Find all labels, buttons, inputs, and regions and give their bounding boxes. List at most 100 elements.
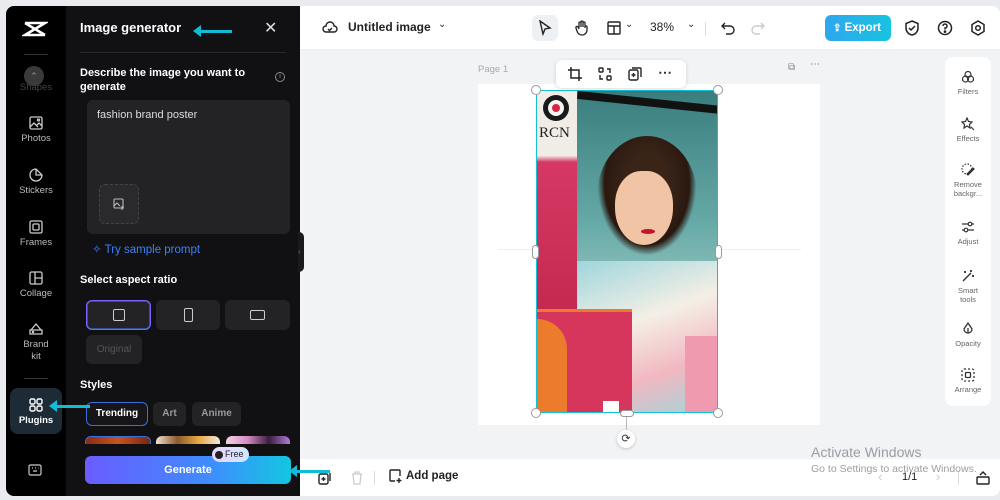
arrange-icon [961,368,975,382]
portrait-icon [183,308,193,322]
aspect-portrait-option[interactable] [156,300,220,330]
rail-item-label: Photos [21,133,51,144]
sample-prompt-label: Try sample prompt [104,244,201,256]
rail-item-brand-kit[interactable]: Brand kit [10,322,62,363]
tool-label: Remove backgr... [953,180,983,198]
sliders-icon [962,221,974,233]
watermark-subtitle: Go to Settings to activate Windows. [811,463,977,475]
duplicate-page-icon[interactable]: ⧉ [788,62,800,74]
effects-tool[interactable]: Effects [945,117,991,143]
style-thumbnail[interactable] [85,436,151,444]
expand-pages-icon[interactable] [976,471,990,485]
resize-handle-left[interactable] [532,245,539,259]
rail-divider [24,54,48,55]
resize-handle-top-left[interactable] [531,85,541,95]
chevron-down-icon[interactable]: ⌄ [438,19,446,30]
upload-reference-image-button[interactable] [99,184,139,224]
free-badge: Free [212,447,249,462]
export-button[interactable]: ⇪ Export [825,15,891,41]
generated-poster-image[interactable]: RCN [536,90,718,413]
resize-handle-bottom-right[interactable] [713,408,723,418]
brand-kit-icon [29,322,43,335]
zoom-level[interactable]: 38% [650,20,674,34]
arrange-tool[interactable]: Arrange [945,368,991,394]
rail-item-photos[interactable]: Photos [10,116,62,145]
rail-divider [24,378,48,379]
capcut-logo-icon[interactable] [22,20,48,38]
rail-item-label: Frames [19,237,53,248]
aspect-landscape-option[interactable] [225,300,290,330]
adjust-tool[interactable]: Adjust [945,220,991,246]
select-tool-button[interactable] [532,15,558,41]
filters-tool[interactable]: Filters [945,70,991,96]
tool-label: Arrange [954,385,982,394]
style-anime-chip[interactable]: Anime [192,402,241,426]
style-thumbnail[interactable] [226,436,290,444]
replace-icon[interactable] [598,67,612,81]
document-title[interactable]: Untitled image [348,20,431,34]
right-tools-panel: Filters Effects Remove backgr... Adjust … [945,57,991,406]
resize-handle-bottom-left[interactable] [531,408,541,418]
keyboard-shortcuts-icon[interactable] [28,464,42,476]
redo-icon[interactable] [750,20,766,36]
filters-icon [961,70,975,83]
cloud-sync-icon[interactable] [322,20,338,36]
close-panel-button[interactable]: ✕ [264,18,277,38]
page-more-icon[interactable]: ⋯ [810,59,822,71]
page-label: Page 1 [478,64,509,75]
droplet-icon [963,322,973,334]
sticker-icon [29,168,43,182]
toolbar-divider [705,22,706,36]
crop-icon[interactable] [568,67,582,81]
effects-star-icon [961,117,975,131]
collage-icon [29,271,43,285]
top-toolbar: Untitled image ⌄ ⌄ 38% ⌄ ⇪ Export [300,6,1000,50]
hand-tool-icon[interactable] [574,20,590,36]
panel-title: Image generator [80,20,182,35]
cursor-icon [539,20,552,36]
add-page-icon [389,469,402,483]
rotate-handle[interactable]: ⟳ [617,430,635,448]
export-label: Export [844,22,882,34]
layout-chevron-icon[interactable]: ⌄ [625,19,633,30]
rail-item-label: Brand kit [23,339,49,362]
scroll-up-button[interactable]: ⌃ [24,66,44,86]
style-trending-chip[interactable]: Trending [86,402,148,426]
settings-icon[interactable] [970,20,986,36]
aspect-original-option[interactable]: Original [86,335,142,364]
add-page-label: Add page [406,470,459,482]
undo-icon[interactable] [720,20,736,36]
style-art-chip[interactable]: Art [153,402,186,426]
generate-button[interactable]: Generate [85,456,291,484]
resize-handle-top-right[interactable] [713,85,723,95]
shield-check-icon[interactable] [904,20,920,36]
resize-handle-right[interactable] [715,245,722,259]
rail-item-frames[interactable]: Frames [10,220,62,249]
smart-tools[interactable]: Smart tools [945,269,991,304]
style-thumbnail[interactable] [156,436,220,444]
more-options-icon[interactable]: ⋯ [658,64,672,80]
rail-item-stickers[interactable]: Stickers [10,168,62,197]
canvas-area[interactable]: Page 1 ⧉ ⋯ RCN ⋯ ⟳ [300,50,940,459]
resize-handle-bottom[interactable] [620,410,634,417]
help-icon[interactable] [937,20,953,36]
rail-item-collage[interactable]: Collage [10,271,62,300]
opacity-tool[interactable]: Opacity [945,322,991,348]
try-sample-prompt-link[interactable]: ✧ Try sample prompt [92,242,200,256]
watermark-title: Activate Windows [811,444,922,460]
delete-icon[interactable] [350,471,364,485]
remove-background-tool[interactable]: Remove backgr... [945,163,991,198]
image-icon [29,116,43,130]
image-generator-panel: Image generator ✕ Describe the image you… [66,6,300,496]
rotate-connector [626,417,627,430]
add-page-button[interactable]: Add page [388,469,458,483]
zoom-chevron-icon[interactable]: ⌄ [687,19,695,30]
info-icon[interactable]: i [275,72,285,82]
aspect-ratio-label: Select aspect ratio [80,274,178,286]
aspect-square-option[interactable] [86,300,151,330]
prompt-label: Describe the image you want to generate [80,67,246,93]
annotation-arrow [289,465,330,477]
duplicate-icon[interactable] [628,67,642,81]
add-to-page-icon[interactable] [318,471,332,485]
layout-icon[interactable] [606,20,622,36]
